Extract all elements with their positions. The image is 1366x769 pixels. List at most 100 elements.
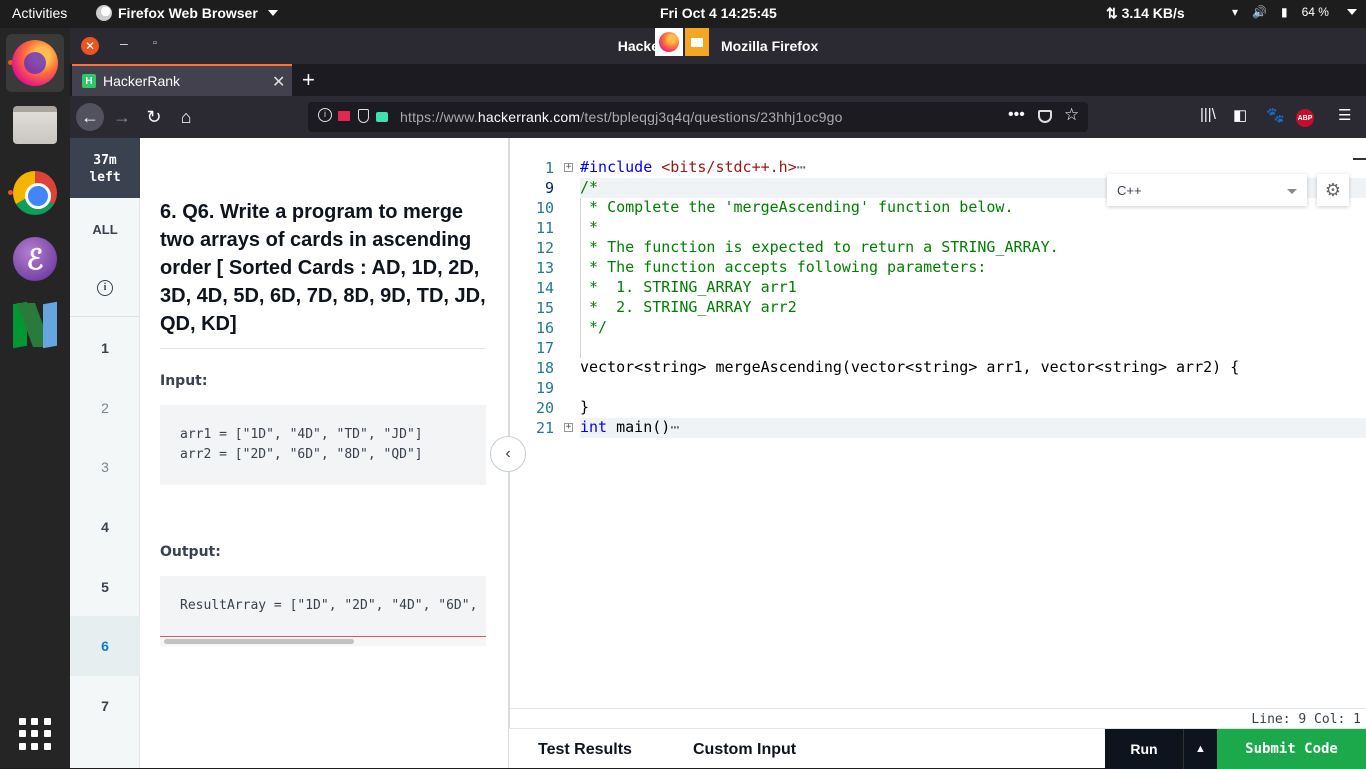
language-select[interactable]: C++ (1107, 174, 1307, 206)
url-text[interactable]: https://www.hackerrank.com/test/bpleqgj3… (400, 109, 843, 125)
window-title-left: Hacke (617, 38, 660, 54)
dock-files[interactable] (6, 96, 64, 154)
info-icon[interactable]: i (97, 280, 113, 296)
home-button[interactable]: ⌂ (172, 103, 200, 131)
new-tab-button[interactable]: + (302, 67, 315, 93)
cursor-position-status: Line: 9 Col: 1 (510, 708, 1366, 730)
extension-gnome-icon[interactable]: 🐾 (1266, 106, 1285, 124)
language-select-value: C++ (1117, 183, 1142, 198)
window-titlebar: ✕ – ▫ Hacke Mozilla Firefox (70, 28, 1366, 64)
all-questions-link[interactable]: ALL (70, 222, 140, 237)
question-item-6[interactable]: 6 (70, 616, 140, 676)
question-item-2[interactable]: 2 (70, 378, 140, 438)
gear-icon[interactable]: ⚙ (1317, 174, 1349, 206)
code-line: * 2. STRING_ARRAY arr2 (580, 298, 797, 316)
collapse-panel-button[interactable]: ‹ (490, 436, 526, 472)
code-line: int main()⋯ (580, 418, 1366, 438)
expand-fold-icon[interactable]: + (564, 163, 573, 172)
camera-permission-icon[interactable] (338, 111, 350, 121)
system-top-bar: Activities Firefox Web Browser Fri Oct 4… (0, 0, 1366, 28)
sidebar-icon[interactable]: ◧ (1233, 106, 1247, 124)
forward-button[interactable]: → (108, 103, 136, 131)
question-item-4[interactable]: 4 (70, 497, 140, 557)
line-number: 20 (535, 399, 554, 417)
tab-hackerrank[interactable]: H HackerRank ✕ (72, 64, 292, 96)
line-number: 19 (535, 379, 554, 397)
line-number: 16 (535, 319, 554, 337)
line-number: 13 (535, 259, 554, 277)
line-number: 9 (544, 179, 554, 197)
neovim-icon (11, 301, 59, 349)
camera-sharing-icon[interactable] (685, 28, 709, 56)
dock-firefox[interactable] (6, 34, 64, 92)
divider (70, 316, 140, 317)
question-item-3[interactable]: 3 (70, 437, 140, 497)
navigation-toolbar: ← → ↻ ⌂ i https://www.hackerrank.com/tes… (70, 96, 1366, 138)
output-example: ResultArray = ["1D", "2D", "4D", "6D", "… (160, 576, 486, 636)
pocket-icon[interactable] (1038, 110, 1052, 123)
dock-neovim[interactable] (6, 296, 64, 354)
hackerrank-favicon-icon: H (82, 74, 96, 88)
tab-close-icon[interactable]: ✕ (272, 72, 285, 92)
battery-icon: ▮ (1280, 5, 1288, 19)
app-menu[interactable]: Firefox Web Browser (96, 5, 278, 21)
page-actions-button[interactable]: ••• (1008, 106, 1025, 124)
chevron-down-icon (267, 10, 278, 16)
adblock-plus-icon[interactable]: ABP (1296, 109, 1314, 127)
firefox-icon (12, 40, 58, 86)
network-speed: ⇅ 3.14 KB/s (1106, 5, 1185, 21)
problem-title: 6. Q6. Write a program to merge two arra… (160, 201, 486, 335)
chevron-down-icon (1287, 189, 1297, 194)
activities-button[interactable]: Activities (12, 5, 67, 21)
code-line: #include <bits/stdc++.h>⋯ (580, 158, 806, 176)
line-number: 12 (535, 239, 554, 257)
input-example: arr1 = ["1D", "4D", "TD", "JD"] arr2 = [… (160, 405, 486, 485)
question-item-5[interactable]: 5 (70, 557, 140, 617)
files-icon (13, 106, 57, 144)
tracking-protection-icon[interactable] (358, 109, 369, 123)
firefox-app-icon (96, 5, 112, 21)
reload-button[interactable]: ↻ (140, 103, 168, 131)
question-item-1[interactable]: 1 (70, 318, 140, 378)
expand-fold-icon[interactable]: + (564, 423, 573, 432)
line-number: 18 (535, 359, 554, 377)
dock: ℰ (0, 28, 70, 768)
code-line: * The function is expected to return a S… (580, 238, 1059, 256)
line-number: 10 (535, 199, 554, 217)
code-line: * (580, 218, 599, 236)
url-bar[interactable]: i https://www.hackerrank.com/test/bpleqg… (308, 102, 1088, 132)
code-line: * 1. STRING_ARRAY arr1 (580, 278, 797, 296)
dock-chrome[interactable] (6, 164, 64, 222)
input-label: Input: (160, 373, 208, 389)
clock[interactable]: Fri Oct 4 14:25:45 (660, 5, 777, 21)
line-number: 11 (535, 219, 554, 237)
line-number: 15 (535, 299, 554, 317)
tab-test-results[interactable]: Test Results (538, 741, 632, 759)
menu-hamburger-icon[interactable]: ☰ (1338, 106, 1351, 124)
code-line: * The function accepts following paramet… (580, 258, 987, 276)
code-editor[interactable]: 1 + 9 10 11 12 13 14 15 16 17 18 19 20 2… (509, 138, 1366, 768)
dock-emacs[interactable]: ℰ (6, 230, 64, 288)
minimap-edge (1353, 158, 1366, 160)
code-line: * Complete the 'mergeAscending' function… (580, 198, 1014, 216)
run-button[interactable]: Run (1105, 729, 1183, 769)
info-icon[interactable]: i (318, 108, 332, 122)
chrome-icon (13, 171, 57, 215)
problem-statement: 6. Q6. Write a program to merge two arra… (140, 138, 508, 768)
bookmark-star-icon[interactable]: ☆ (1064, 105, 1079, 125)
library-icon[interactable]: |||\ (1200, 106, 1216, 123)
horizontal-scrollbar[interactable] (160, 636, 486, 646)
tab-custom-input[interactable]: Custom Input (693, 741, 796, 759)
submit-code-button[interactable]: Submit Code (1217, 729, 1366, 769)
run-options-button[interactable]: ▲ (1183, 729, 1217, 769)
output-label: Output: (160, 544, 221, 560)
lock-icon[interactable] (376, 112, 388, 122)
question-item-7[interactable]: 7 (70, 676, 140, 736)
window-title-right: Mozilla Firefox (721, 38, 819, 54)
timer-label: left (89, 170, 121, 185)
emacs-icon: ℰ (13, 237, 57, 281)
show-applications-icon[interactable] (19, 718, 51, 750)
system-tray[interactable]: ▾ 🔊 ▮ 64 % (1232, 5, 1357, 19)
chevron-down-icon (1346, 9, 1357, 15)
back-button[interactable]: ← (76, 103, 104, 131)
